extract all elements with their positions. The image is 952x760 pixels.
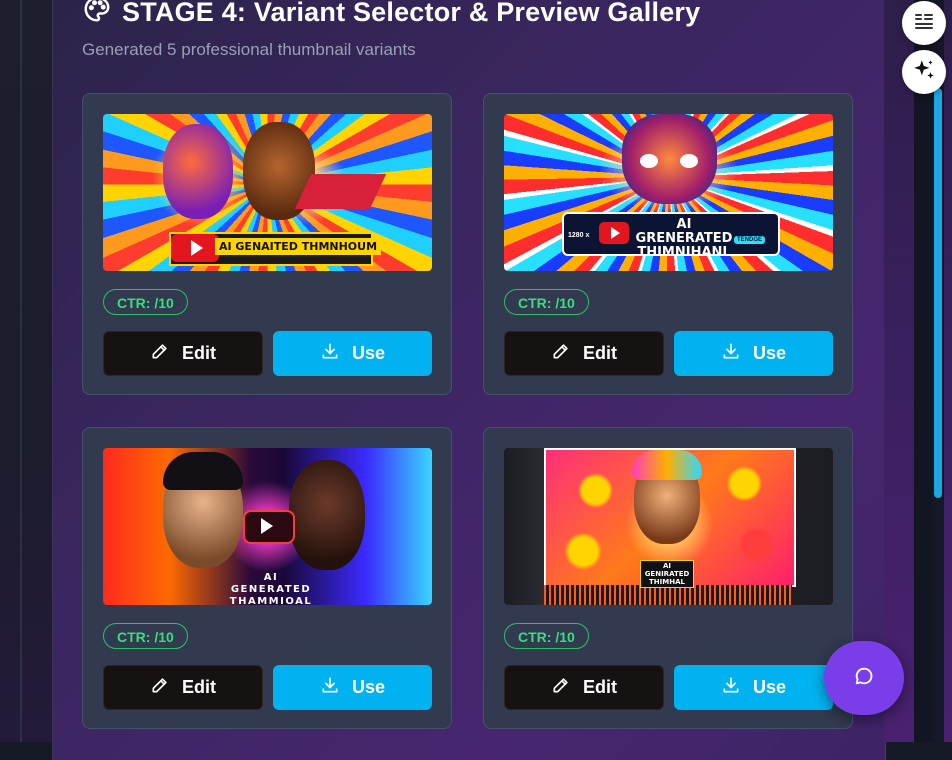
thumbnail-size-badge: 1280 x xyxy=(568,232,590,239)
scrollbar-thumb[interactable] xyxy=(934,88,942,498)
pencil-icon xyxy=(551,341,571,366)
use-button[interactable]: Use xyxy=(674,665,833,710)
download-icon xyxy=(320,675,340,700)
variant-card: AI GENIRATED THIMHAL CTR: /10 Edit Use xyxy=(483,427,853,729)
use-button-label: Use xyxy=(752,343,787,363)
edit-button[interactable]: Edit xyxy=(103,665,263,710)
edit-button-label: Edit xyxy=(182,343,216,363)
pencil-icon xyxy=(150,675,170,700)
thumbnail-caption: AI GENERATED THAMMIOAL xyxy=(229,572,313,605)
use-button[interactable]: Use xyxy=(674,331,833,376)
ai-assist-button[interactable] xyxy=(902,50,946,94)
edit-button-label: Edit xyxy=(182,677,216,697)
stage-subtitle: Generated 5 professional thumbnail varia… xyxy=(82,40,416,59)
edit-button[interactable]: Edit xyxy=(103,331,263,376)
use-button[interactable]: Use xyxy=(273,331,432,376)
edit-button[interactable]: Edit xyxy=(504,331,664,376)
ctr-badge: CTR: /10 xyxy=(103,289,188,315)
variant-card: AI GRENERATED THIMNIHANL 1280 x TENDGE C… xyxy=(483,93,853,395)
edit-button-label: Edit xyxy=(583,343,617,363)
palette-icon xyxy=(82,0,112,31)
pencil-icon xyxy=(150,341,170,366)
thumbnail-caption: AI GENIRATED THIMHAL xyxy=(640,560,694,588)
quote-list-button[interactable] xyxy=(902,1,946,45)
variant-card: AI GENERATED THAMMIOAL CTR: /10 Edit Use xyxy=(82,427,452,729)
download-icon xyxy=(320,341,340,366)
chat-button[interactable] xyxy=(824,641,904,715)
thumbnail-image[interactable]: AI GENIRATED THIMHAL xyxy=(504,448,833,605)
download-icon xyxy=(721,675,741,700)
use-button-label: Use xyxy=(752,677,787,697)
thumbnail-image[interactable]: AI GENERATED THAMMIOAL xyxy=(103,448,432,605)
pencil-icon xyxy=(551,675,571,700)
use-button-label: Use xyxy=(351,343,386,363)
use-button-label: Use xyxy=(351,677,386,697)
thumbnail-image[interactable]: AI GENAITED THMNHOUM xyxy=(103,114,432,271)
thumbnail-image[interactable]: AI GRENERATED THIMNIHANL 1280 x TENDGE xyxy=(504,114,833,271)
chat-bubble-icon xyxy=(853,665,875,692)
ctr-badge: CTR: /10 xyxy=(504,289,589,315)
thumbnail-tag: TENDGE xyxy=(734,236,766,244)
quote-list-icon xyxy=(912,9,936,38)
edit-button-label: Edit xyxy=(583,677,617,697)
thumbnail-caption: AI GRENERATED THIMNIHANL xyxy=(635,217,733,260)
use-button[interactable]: Use xyxy=(273,665,432,710)
thumbnail-caption: AI GENAITED THMNHOUM xyxy=(214,238,382,255)
variant-card: AI GENAITED THMNHOUM CTR: /10 Edit Use xyxy=(82,93,452,395)
stage-title-text: STAGE 4: Variant Selector & Preview Gall… xyxy=(122,0,701,27)
sparkles-icon xyxy=(911,57,937,88)
edit-button[interactable]: Edit xyxy=(504,665,664,710)
stage-title: STAGE 4: Variant Selector & Preview Gall… xyxy=(82,0,700,30)
ctr-badge: CTR: /10 xyxy=(103,623,188,649)
ctr-badge: CTR: /10 xyxy=(504,623,589,649)
left-edge-background xyxy=(0,0,52,742)
download-icon xyxy=(721,341,741,366)
